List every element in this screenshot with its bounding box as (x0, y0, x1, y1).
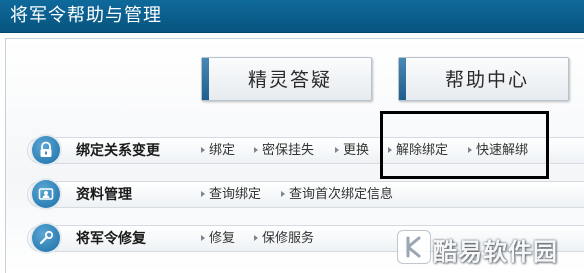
arrow-icon (254, 147, 258, 153)
watermark: 酷易软件园 (397, 224, 584, 273)
arrow-icon (201, 191, 205, 197)
highlight-box (380, 111, 549, 179)
title-bar: 将军令帮助与管理 (0, 0, 584, 33)
link-query-first-binding[interactable]: 查询首次绑定信息 (281, 187, 393, 203)
lock-icon (32, 136, 60, 164)
arrow-icon (281, 191, 285, 197)
faq-button-label: 精灵答疑 (247, 69, 332, 91)
link-warranty-service[interactable]: 保修服务 (254, 231, 314, 247)
window-title: 将军令帮助与管理 (10, 5, 162, 26)
button-accent-bar (399, 58, 406, 100)
link-bind[interactable]: 绑定 (201, 143, 235, 159)
row-title-binding-change: 绑定关系变更 (76, 143, 160, 159)
faq-button[interactable]: 精灵答疑 (201, 57, 372, 101)
profile-card-icon (32, 180, 60, 208)
button-accent-bar (202, 58, 209, 100)
arrow-icon (201, 235, 205, 241)
link-replace[interactable]: 更换 (335, 143, 369, 159)
arrow-icon (335, 147, 339, 153)
row-title-token-repair: 将军令修复 (76, 231, 146, 247)
arrow-icon (201, 147, 205, 153)
help-center-button-label: 帮助中心 (444, 69, 529, 91)
link-query-binding[interactable]: 查询绑定 (201, 187, 261, 203)
watermark-logo-icon (397, 230, 431, 264)
row-title-profile-management: 资料管理 (76, 187, 132, 203)
arrow-icon (254, 235, 258, 241)
help-center-button[interactable]: 帮助中心 (398, 57, 569, 101)
watermark-text: 酷易软件园 (433, 238, 558, 266)
repair-icon (32, 224, 60, 252)
link-report-loss[interactable]: 密保挂失 (254, 143, 314, 159)
link-repair[interactable]: 修复 (201, 231, 235, 247)
